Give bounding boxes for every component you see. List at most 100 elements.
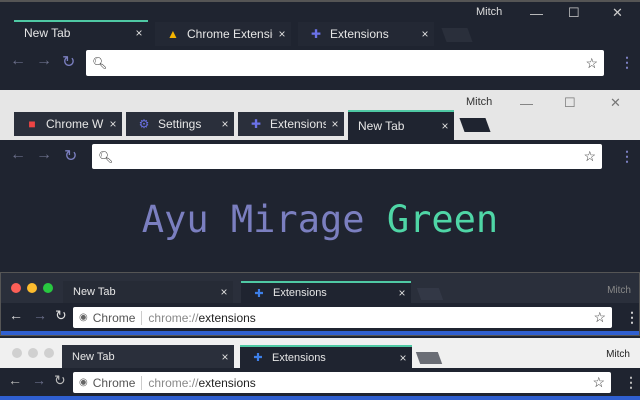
browser-window-3: Mitch New Tab × ✚ Extensions × ← → ↻ ◉ Chro… [0,272,640,336]
menu-button[interactable]: ⋮ [620,54,634,71]
new-tab-button[interactable] [415,352,443,364]
site-chip: Chrome [93,375,143,390]
tab-label: Extensions [270,117,326,131]
omnibox[interactable]: ◉ Chrome chrome://extensions ☆ [73,372,611,393]
tab-new-tab[interactable]: New Tab × [14,20,148,44]
puzzle-icon: ✚ [250,117,262,131]
profile-name[interactable]: Mitch [466,96,492,108]
puzzle-icon: ✚ [254,287,264,300]
tab-label: New Tab [73,286,116,298]
close-window-button[interactable]: ✕ [612,5,623,21]
maximize-button[interactable]: ☐ [564,95,576,111]
gear-icon: ⚙ [138,117,150,131]
forward-button[interactable]: → [36,52,52,70]
browser-window-4: Mitch New Tab × ✚ Extensions × ← → ↻ ◉ Chro… [0,338,640,400]
close-tab-icon[interactable]: × [130,26,148,40]
close-window-button[interactable]: ✕ [610,95,621,111]
close-tab-icon[interactable]: × [416,27,434,41]
close-tab-icon[interactable]: × [215,285,233,299]
menu-button[interactable]: ⋮ [624,374,638,391]
puzzle-icon: ✚ [310,27,322,41]
url-path: extensions [198,310,256,325]
bookmark-star-icon[interactable]: ☆ [583,148,596,165]
close-tab-icon[interactable]: × [393,286,411,300]
tab-settings[interactable]: ⚙ Settings × [126,112,234,136]
tab-extensions[interactable]: ✚ Extensions × [241,281,411,303]
back-button[interactable]: ← [10,52,26,70]
mac-zoom-button[interactable] [44,348,54,358]
tab-extensions[interactable]: ✚ Extensions × [298,22,434,46]
search-icon: 🔍︎ [92,56,108,70]
browser-window-1: Mitch — ☐ ✕ New Tab× ▲Chrome Extension× … [0,0,640,90]
tab-label: Chrome Extension [187,27,273,41]
back-button[interactable]: ← [10,146,26,164]
tab-new-tab[interactable]: New Tab × [62,345,234,368]
puzzle-icon: ✚ [253,352,263,364]
bookmark-star-icon[interactable]: ☆ [592,374,605,391]
forward-button[interactable]: → [33,307,47,323]
mac-close-button[interactable] [11,283,21,293]
tab-new-tab[interactable]: New Tab × [348,110,454,140]
web-store-icon: ■ [28,117,36,131]
reload-button[interactable]: ↻ [54,372,66,389]
back-button[interactable]: ← [8,372,22,388]
tab-label: Extensions [330,27,389,41]
omnibox[interactable]: 🔍︎ ☆ [92,144,602,169]
reload-button[interactable]: ↻ [62,52,75,72]
mac-close-button[interactable] [12,348,22,358]
maximize-button[interactable]: ☐ [568,5,580,21]
bookmark-star-icon[interactable]: ☆ [593,309,606,326]
tab-label: Settings [158,117,202,131]
tab-chrome-extension[interactable]: ▲ Chrome Extension× [155,22,291,46]
secure-chrome-icon: ◉ [79,312,88,323]
mac-zoom-button[interactable] [43,283,53,293]
page-header-strip [0,396,640,400]
forward-button[interactable]: → [32,372,46,388]
back-button[interactable]: ← [9,307,23,323]
headline-green: Green [386,198,499,241]
close-tab-icon[interactable]: × [216,117,234,131]
page-header-strip [1,331,639,335]
close-tab-icon[interactable]: × [436,119,454,133]
forward-button[interactable]: → [36,146,52,164]
close-tab-icon[interactable]: × [216,350,234,364]
tab-chrome-web-store[interactable]: ■ Chrome W × [14,112,122,136]
minimize-button[interactable]: — [520,96,533,111]
profile-name[interactable]: Mitch [607,285,631,296]
close-tab-icon[interactable]: × [104,117,122,131]
close-tab-icon[interactable]: × [394,351,412,365]
tab-label: New Tab [72,350,115,363]
tab-extensions[interactable]: ✚ Extensions × [238,112,344,136]
new-tab-button[interactable] [416,288,444,300]
profile-name[interactable]: Mitch [606,349,630,360]
tab-label: Extensions [273,287,327,299]
headline-ayu-mirage: Ayu Mirage [141,198,365,241]
tab-label: Chrome W [46,117,104,131]
mac-minimize-button[interactable] [27,283,37,293]
omnibox[interactable]: ◉ Chrome chrome://extensions ☆ [73,307,612,328]
search-icon: 🔍︎ [98,149,114,164]
new-tab-button[interactable] [441,28,473,42]
menu-button[interactable]: ⋮ [620,148,634,165]
minimize-button[interactable]: — [530,6,543,21]
reload-button[interactable]: ↻ [64,146,77,166]
mac-minimize-button[interactable] [28,348,38,358]
url-path: extensions [198,375,256,390]
tab-new-tab[interactable]: New Tab × [63,281,233,303]
close-tab-icon[interactable]: × [273,27,291,41]
profile-name[interactable]: Mitch [476,6,502,18]
google-drive-icon: ▲ [167,27,179,41]
url-prefix: chrome:// [148,310,199,325]
omnibox[interactable]: 🔍︎ ☆ [86,50,604,76]
new-tab-button[interactable] [459,118,491,132]
tab-extensions[interactable]: ✚ Extensions × [240,345,412,368]
url-prefix: chrome:// [148,375,199,390]
close-tab-icon[interactable]: × [326,117,344,131]
secure-chrome-icon: ◉ [79,377,88,388]
menu-button[interactable]: ⋮ [625,309,639,326]
bookmark-star-icon[interactable]: ☆ [585,55,598,72]
browser-window-2: Mitch — ☐ ✕ ■ Chrome W × ⚙ Settings × ✚ Exten… [0,90,640,270]
site-chip: Chrome [93,310,143,325]
reload-button[interactable]: ↻ [55,307,67,324]
tab-label: Extensions [272,351,326,364]
